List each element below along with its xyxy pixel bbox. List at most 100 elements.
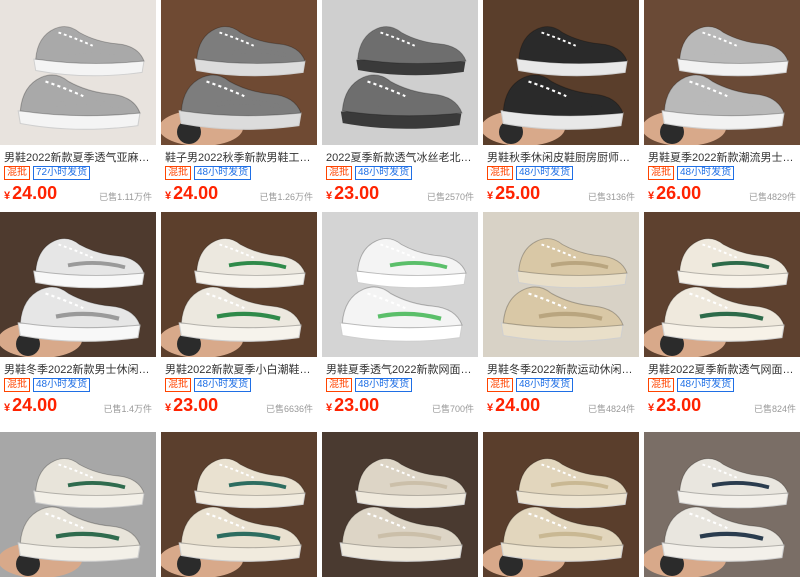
currency-symbol: ¥ (326, 190, 333, 202)
sold-count: 已售1.4万件 (103, 404, 152, 414)
sold-count: 已售1.26万件 (259, 192, 313, 202)
product-price: ¥24.00 (4, 395, 57, 418)
product-card[interactable] (0, 432, 156, 577)
product-title[interactable]: 男鞋冬季2022新款男士休闲皮... (4, 361, 154, 377)
product-card[interactable]: 男鞋冬季2022新款运动休闲鞋... 混批 48小时发货 ¥24.00 已售48… (483, 212, 639, 420)
product-card[interactable] (483, 432, 639, 577)
product-image[interactable] (483, 0, 639, 145)
product-tags: 混批 48小时发货 (487, 166, 574, 181)
shipping-badge: 48小时发货 (33, 378, 91, 392)
shipping-badge: 48小时发货 (516, 166, 574, 180)
mixed-batch-badge: 混批 (487, 378, 513, 392)
product-title[interactable]: 男鞋夏季透气2022新款网面透... (326, 361, 476, 377)
product-title[interactable]: 鞋子男2022秋季新款男鞋工地... (165, 149, 315, 165)
mixed-batch-badge: 混批 (648, 166, 674, 180)
currency-symbol: ¥ (165, 190, 172, 202)
product-price: ¥26.00 (648, 183, 701, 206)
product-image[interactable] (644, 212, 800, 357)
product-price: ¥23.00 (326, 395, 379, 418)
product-image[interactable] (322, 0, 478, 145)
mixed-batch-badge: 混批 (648, 378, 674, 392)
product-title[interactable]: 男鞋2022夏季新款透气网面运... (648, 361, 798, 377)
shipping-badge: 48小时发货 (516, 378, 574, 392)
product-image[interactable] (0, 0, 156, 145)
currency-symbol: ¥ (4, 190, 11, 202)
product-title[interactable]: 2022夏季新款透气冰丝老北京... (326, 149, 476, 165)
price-value: 24.00 (173, 183, 219, 203)
product-price: ¥24.00 (487, 395, 540, 418)
sold-count: 已售3136件 (587, 192, 635, 202)
product-tags: 混批 48小时发货 (648, 378, 735, 393)
mixed-batch-badge: 混批 (326, 166, 352, 180)
shipping-badge: 48小时发货 (355, 166, 413, 180)
price-value: 25.00 (495, 183, 541, 203)
product-image[interactable] (0, 432, 156, 577)
currency-symbol: ¥ (648, 402, 655, 414)
product-price: ¥24.00 (165, 183, 218, 206)
product-tags: 混批 48小时发货 (326, 378, 413, 393)
shipping-badge: 48小时发货 (677, 166, 735, 180)
price-value: 24.00 (12, 395, 58, 415)
shipping-badge: 48小时发货 (194, 166, 252, 180)
price-value: 23.00 (173, 395, 219, 415)
price-value: 24.00 (495, 395, 541, 415)
product-image[interactable] (322, 432, 478, 577)
mixed-batch-badge: 混批 (4, 166, 30, 180)
currency-symbol: ¥ (648, 190, 655, 202)
product-tags: 混批 48小时发货 (165, 166, 252, 181)
product-card[interactable]: 2022夏季新款透气冰丝老北京... 混批 48小时发货 ¥23.00 已售25… (322, 0, 478, 208)
sold-count: 已售4824件 (587, 404, 635, 414)
mixed-batch-badge: 混批 (165, 166, 191, 180)
product-card[interactable]: 男鞋2022新款夏季小白潮鞋运... 混批 48小时发货 ¥23.00 已售66… (161, 212, 317, 420)
product-card[interactable]: 男鞋夏季2022新款潮流男士休... 混批 48小时发货 ¥26.00 已售48… (644, 0, 800, 208)
product-grid: 男鞋2022新款夏季透气亚麻布... 混批 72小时发货 ¥24.00 已售1.… (0, 0, 800, 577)
product-image[interactable] (483, 212, 639, 357)
sold-count: 已售4829件 (748, 192, 796, 202)
product-title[interactable]: 男鞋2022新款夏季透气亚麻布... (4, 149, 154, 165)
price-value: 26.00 (656, 183, 702, 203)
product-title[interactable]: 男鞋夏季2022新款潮流男士休... (648, 149, 798, 165)
product-price: ¥23.00 (648, 395, 701, 418)
product-image[interactable] (644, 432, 800, 577)
product-image[interactable] (161, 0, 317, 145)
currency-symbol: ¥ (487, 402, 494, 414)
mixed-batch-badge: 混批 (4, 378, 30, 392)
product-price: ¥23.00 (165, 395, 218, 418)
shipping-badge: 72小时发货 (33, 166, 91, 180)
sold-count: 已售1.11万件 (99, 192, 152, 202)
product-tags: 混批 48小时发货 (648, 166, 735, 181)
sold-count: 已售2570件 (426, 192, 474, 202)
product-image[interactable] (161, 212, 317, 357)
product-card[interactable]: 男鞋2022夏季新款透气网面运... 混批 48小时发货 ¥23.00 已售82… (644, 212, 800, 420)
currency-symbol: ¥ (4, 402, 11, 414)
mixed-batch-badge: 混批 (165, 378, 191, 392)
product-tags: 混批 72小时发货 (4, 166, 91, 181)
shipping-badge: 48小时发货 (355, 378, 413, 392)
price-value: 23.00 (334, 395, 380, 415)
product-image[interactable] (161, 432, 317, 577)
product-title[interactable]: 男鞋秋季休闲皮鞋厨房厨师防水... (487, 149, 637, 165)
product-card[interactable]: 男鞋冬季2022新款男士休闲皮... 混批 48小时发货 ¥24.00 已售1.… (0, 212, 156, 420)
product-tags: 混批 48小时发货 (165, 378, 252, 393)
product-title[interactable]: 男鞋冬季2022新款运动休闲鞋... (487, 361, 637, 377)
price-value: 23.00 (334, 183, 380, 203)
product-image[interactable] (644, 0, 800, 145)
product-price: ¥24.00 (4, 183, 57, 206)
product-card[interactable]: 鞋子男2022秋季新款男鞋工地... 混批 48小时发货 ¥24.00 已售1.… (161, 0, 317, 208)
product-card[interactable] (322, 432, 478, 577)
product-image[interactable] (0, 212, 156, 357)
price-value: 24.00 (12, 183, 58, 203)
product-tags: 混批 48小时发货 (487, 378, 574, 393)
product-card[interactable] (161, 432, 317, 577)
sold-count: 已售700件 (431, 404, 474, 414)
sold-count: 已售824件 (753, 404, 796, 414)
product-card[interactable]: 男鞋秋季休闲皮鞋厨房厨师防水... 混批 48小时发货 ¥25.00 已售313… (483, 0, 639, 208)
product-card[interactable]: 男鞋夏季透气2022新款网面透... 混批 48小时发货 ¥23.00 已售70… (322, 212, 478, 420)
shipping-badge: 48小时发货 (194, 378, 252, 392)
product-card[interactable] (644, 432, 800, 577)
product-image[interactable] (322, 212, 478, 357)
currency-symbol: ¥ (165, 402, 172, 414)
product-title[interactable]: 男鞋2022新款夏季小白潮鞋运... (165, 361, 315, 377)
product-card[interactable]: 男鞋2022新款夏季透气亚麻布... 混批 72小时发货 ¥24.00 已售1.… (0, 0, 156, 208)
product-image[interactable] (483, 432, 639, 577)
